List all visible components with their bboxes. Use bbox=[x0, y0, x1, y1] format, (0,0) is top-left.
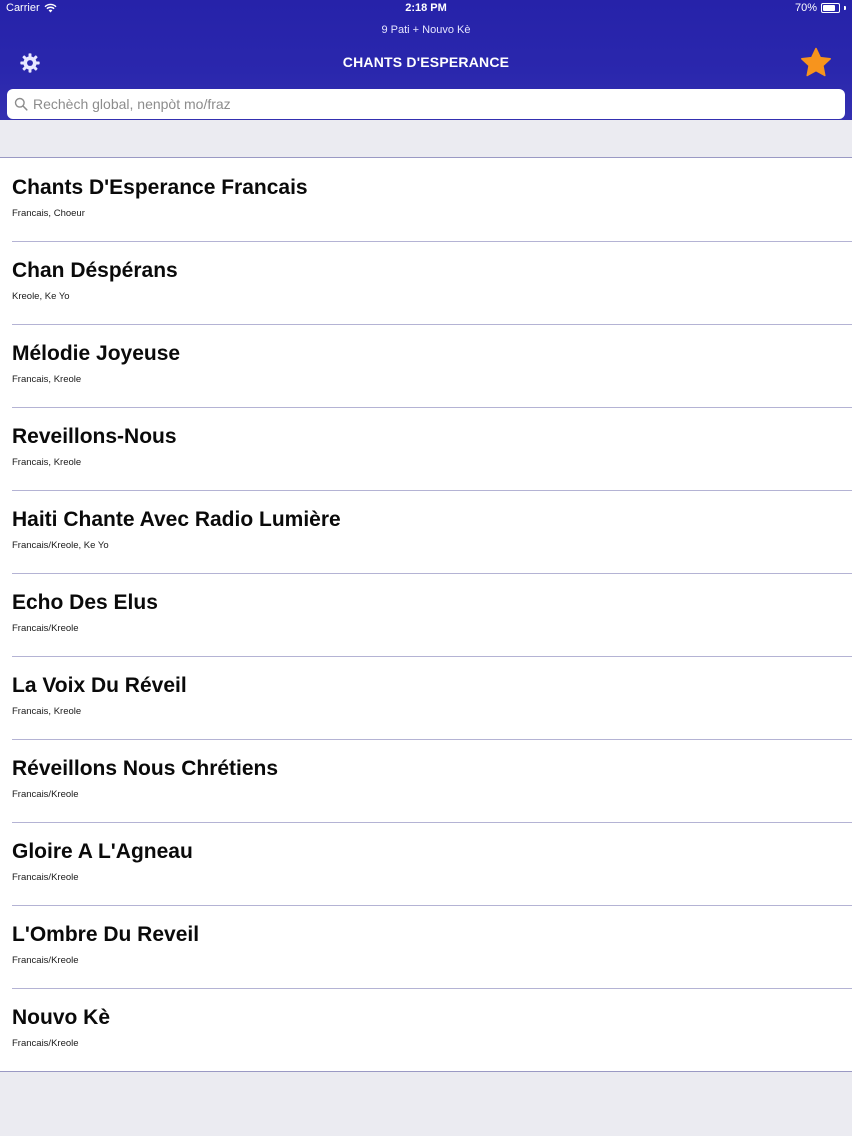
search-input[interactable] bbox=[33, 96, 833, 112]
header-subtitle: 9 Pati + Nouvo Kè bbox=[381, 24, 471, 36]
book-subtitle: Francais/Kreole bbox=[12, 789, 79, 800]
book-title: Haiti Chante Avec Radio Lumière bbox=[12, 508, 341, 531]
navigation-bar: CHANTS D'ESPERANCE bbox=[0, 44, 852, 82]
status-bar: Carrier 2:18 PM 70% bbox=[0, 0, 852, 18]
book-subtitle: Francais/Kreole bbox=[12, 623, 79, 634]
book-subtitle: Francais, Choeur bbox=[12, 208, 85, 219]
list-item[interactable]: Mélodie Joyeuse Francais, Kreole bbox=[0, 324, 852, 407]
list-item[interactable]: Nouvo Kè Francais/Kreole bbox=[0, 988, 852, 1071]
book-title: Chan Déspérans bbox=[12, 259, 178, 282]
book-title: Gloire A L'Agneau bbox=[12, 840, 193, 863]
list-item[interactable]: Echo Des Elus Francais/Kreole bbox=[0, 573, 852, 656]
book-list: Chants D'Esperance Francais Francais, Cho… bbox=[0, 157, 852, 1072]
book-title: Nouvo Kè bbox=[12, 1006, 111, 1029]
status-time: 2:18 PM bbox=[405, 2, 447, 14]
book-title: Mélodie Joyeuse bbox=[12, 342, 181, 365]
list-item[interactable]: Gloire A L'Agneau Francais/Kreole bbox=[0, 822, 852, 905]
book-title: Echo Des Elus bbox=[12, 591, 158, 614]
book-subtitle: Francais/Kreole, Ke Yo bbox=[12, 540, 109, 551]
book-subtitle: Francais, Kreole bbox=[12, 706, 82, 717]
book-title: La Voix Du Réveil bbox=[12, 674, 187, 697]
list-item[interactable]: L'Ombre Du Reveil Francais/Kreole bbox=[0, 905, 852, 988]
favorites-button[interactable] bbox=[799, 46, 833, 80]
top-bar: Carrier 2:18 PM 70% 9 Pati + Nouvo Kè CH… bbox=[0, 0, 852, 120]
list-item[interactable]: Chan Déspérans Kreole, Ke Yo bbox=[0, 241, 852, 324]
list-item[interactable]: Haiti Chante Avec Radio Lumière Francais/… bbox=[0, 490, 852, 573]
search-icon bbox=[14, 97, 28, 111]
book-subtitle: Francais/Kreole bbox=[12, 955, 79, 966]
star-icon bbox=[801, 47, 831, 77]
list-item[interactable]: Reveillons-Nous Francais, Kreole bbox=[0, 407, 852, 490]
search-bar[interactable] bbox=[7, 89, 845, 119]
book-subtitle: Francais, Kreole bbox=[12, 374, 82, 385]
battery-percent: 70% bbox=[794, 2, 817, 14]
list-item[interactable]: La Voix Du Réveil Francais, Kreole bbox=[0, 656, 852, 739]
book-title: Reveillons-Nous bbox=[12, 425, 177, 448]
book-title: L'Ombre Du Reveil bbox=[12, 923, 200, 946]
list-item[interactable]: Chants D'Esperance Francais Francais, Cho… bbox=[0, 158, 852, 241]
book-subtitle: Francais/Kreole bbox=[12, 1038, 79, 1049]
list-item[interactable]: Réveillons Nous Chrétiens Francais/Kreole bbox=[0, 739, 852, 822]
book-subtitle: Francais/Kreole bbox=[12, 872, 79, 883]
book-subtitle: Francais, Kreole bbox=[12, 457, 82, 468]
battery-status: 70% bbox=[795, 2, 846, 14]
page-title: CHANTS D'ESPERANCE bbox=[342, 54, 510, 70]
book-subtitle: Kreole, Ke Yo bbox=[12, 291, 70, 302]
battery-icon bbox=[821, 3, 840, 13]
book-title: Réveillons Nous Chrétiens bbox=[12, 757, 279, 780]
book-title: Chants D'Esperance Francais bbox=[12, 176, 308, 199]
